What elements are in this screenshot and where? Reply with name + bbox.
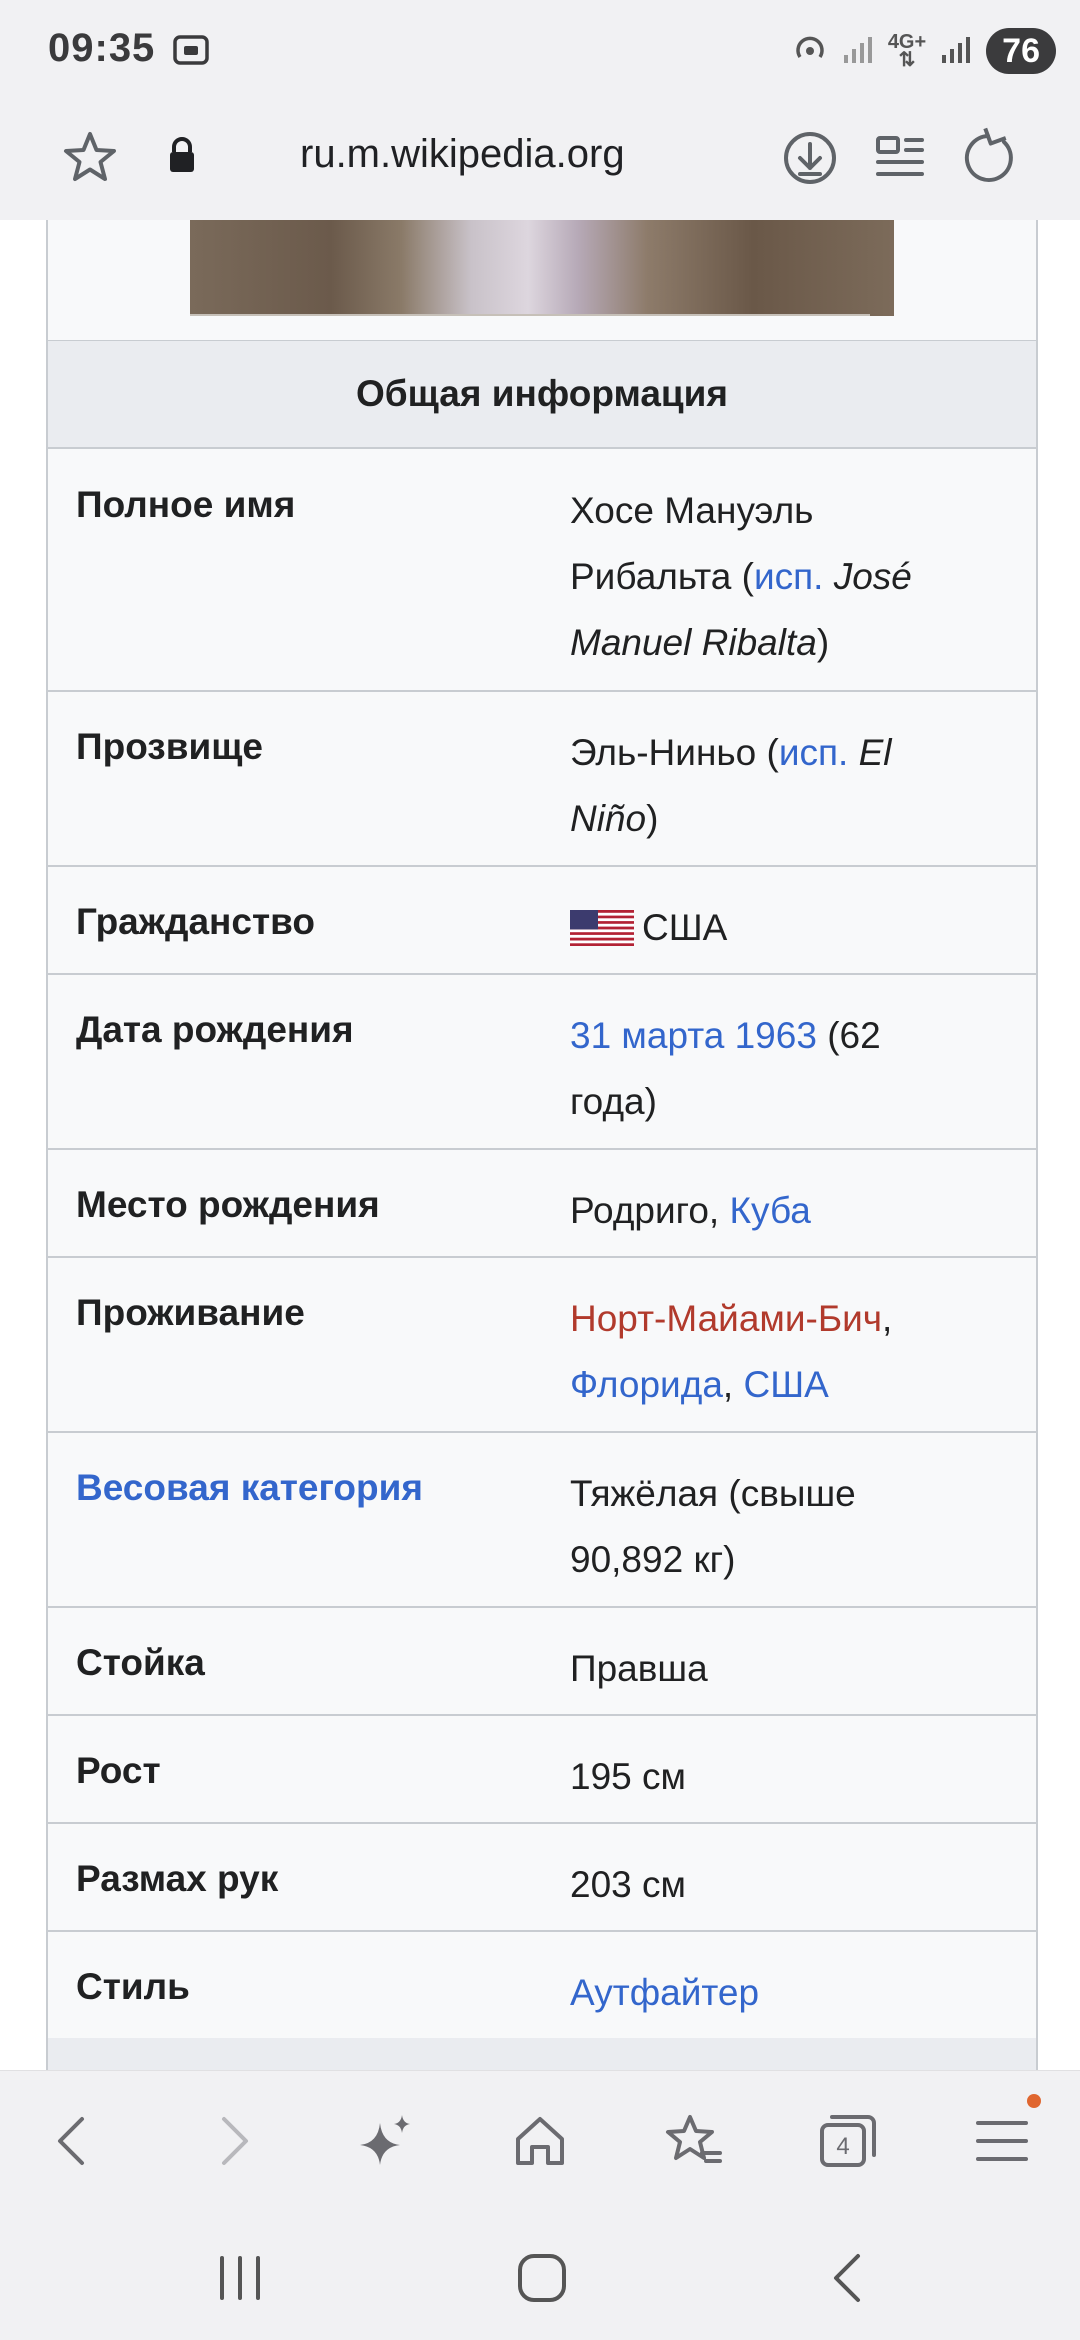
language-link[interactable]: исп. xyxy=(779,732,848,773)
language-link[interactable]: исп. xyxy=(754,556,823,597)
recent-apps-icon[interactable] xyxy=(210,2250,270,2311)
weight-class-link[interactable]: Весовая категория xyxy=(76,1461,423,1515)
row-value: 203 см xyxy=(570,1864,686,1905)
row-value: Аутфайтер xyxy=(570,1960,990,2026)
row-value: Хосе Мануэль Рибальта (исп. José Manuel … xyxy=(570,490,912,663)
infobox-row-style: Стиль Аутфайтер xyxy=(48,1930,1036,2040)
infobox-row-full-name: Полное имя Хосе Мануэль Рибальта (исп. J… xyxy=(48,448,1036,692)
state-link[interactable]: Флорида xyxy=(570,1364,723,1405)
url-field[interactable]: ru.m.wikipedia.org xyxy=(300,132,625,177)
row-label: Гражданство xyxy=(76,901,315,942)
city-redlink[interactable]: Норт-Майами-Бич xyxy=(570,1298,882,1339)
row-value: 195 см xyxy=(570,1756,686,1797)
hotspot-icon xyxy=(792,31,828,72)
infobox-row-weight-class: Весовая категория Тяжёлая (свыше 90,892 … xyxy=(48,1431,1036,1608)
infobox-header: Общая информация xyxy=(48,340,1036,449)
style-link[interactable]: Аутфайтер xyxy=(570,1972,759,2013)
row-label: Стойка xyxy=(76,1642,205,1683)
country-link[interactable]: США xyxy=(743,1364,828,1405)
system-navigation xyxy=(0,2210,1080,2340)
infobox-row-height: Рост 195 см xyxy=(48,1714,1036,1824)
home-icon[interactable] xyxy=(508,2109,572,2173)
download-icon[interactable] xyxy=(778,126,842,195)
signal-icon xyxy=(940,33,972,70)
infobox-row-nickname: Прозвище Эль-Ниньо (исп. El Niño) xyxy=(48,690,1036,867)
infobox: Общая информация Полное имя Хосе Мануэль… xyxy=(46,220,1038,2070)
birth-date-link[interactable]: 31 марта 1963 xyxy=(570,1015,817,1056)
person-photo[interactable] xyxy=(190,220,894,316)
sparkle-icon[interactable] xyxy=(354,2109,418,2173)
infobox-row-residence: Проживание Норт-Майами-Бич, Флорида, США xyxy=(48,1256,1036,1433)
row-value: Правша xyxy=(570,1648,708,1689)
row-label: Рост xyxy=(76,1750,161,1791)
row-value: 31 марта 1963 (62 года) xyxy=(570,1015,881,1122)
row-label: Место рождения xyxy=(76,1184,380,1225)
infobox-row-stance: Стойка Правша xyxy=(48,1606,1036,1716)
reload-icon[interactable] xyxy=(958,126,1022,195)
row-label: Проживание xyxy=(76,1292,305,1333)
row-label: Стиль xyxy=(76,1966,190,2007)
row-label: Размах рук xyxy=(76,1858,279,1899)
us-flag-icon xyxy=(570,901,634,946)
page-content: Общая информация Полное имя Хосе Мануэль… xyxy=(0,220,1080,2070)
row-value: США xyxy=(570,895,990,961)
menu-icon[interactable] xyxy=(970,2109,1034,2173)
row-value: Эль-Ниньо (исп. El Niño) xyxy=(570,732,892,839)
lock-icon xyxy=(162,134,202,183)
row-label: Полное имя xyxy=(76,484,296,525)
reader-mode-icon[interactable] xyxy=(868,126,932,195)
infobox-next-section xyxy=(48,2038,1036,2070)
row-label: Дата рождения xyxy=(76,1009,354,1050)
status-bar: 09:35 4G+ ⇅ 76 xyxy=(0,0,1080,100)
infobox-row-birth-place: Место рождения Родриго, Куба xyxy=(48,1148,1036,1258)
screenshot-icon xyxy=(172,32,210,73)
star-icon[interactable] xyxy=(58,126,122,195)
row-value: Норт-Майами-Бич, Флорида, США xyxy=(570,1298,893,1405)
network-type: 4G+ ⇅ xyxy=(887,31,927,71)
row-value: Родриго, Куба xyxy=(570,1190,811,1231)
forward-arrow-icon[interactable] xyxy=(200,2109,264,2173)
svg-text:4: 4 xyxy=(836,2133,849,2160)
country-link[interactable]: Куба xyxy=(729,1190,810,1231)
battery-indicator: 76 xyxy=(986,28,1056,74)
signal-icon xyxy=(842,33,874,70)
back-arrow-icon[interactable] xyxy=(42,2109,106,2173)
infobox-row-reach: Размах рук 203 см xyxy=(48,1822,1036,1932)
system-back-icon[interactable] xyxy=(820,2250,880,2311)
tabs-icon[interactable]: 4 xyxy=(816,2109,880,2173)
infobox-row-citizenship: Гражданство США xyxy=(48,865,1036,975)
status-time: 09:35 xyxy=(48,26,156,70)
bookmarks-icon[interactable] xyxy=(662,2109,726,2173)
photo-divider xyxy=(190,314,870,316)
browser-toolbar: 4 xyxy=(0,2070,1080,2211)
address-bar: ru.m.wikipedia.org xyxy=(0,100,1080,221)
row-value: Тяжёлая (свыше 90,892 кг) xyxy=(570,1473,856,1580)
row-label: Прозвище xyxy=(76,726,263,767)
infobox-row-birth-date: Дата рождения 31 марта 1963 (62 года) xyxy=(48,973,1036,1150)
home-button-icon[interactable] xyxy=(512,2250,572,2311)
notification-dot xyxy=(1027,2094,1041,2108)
